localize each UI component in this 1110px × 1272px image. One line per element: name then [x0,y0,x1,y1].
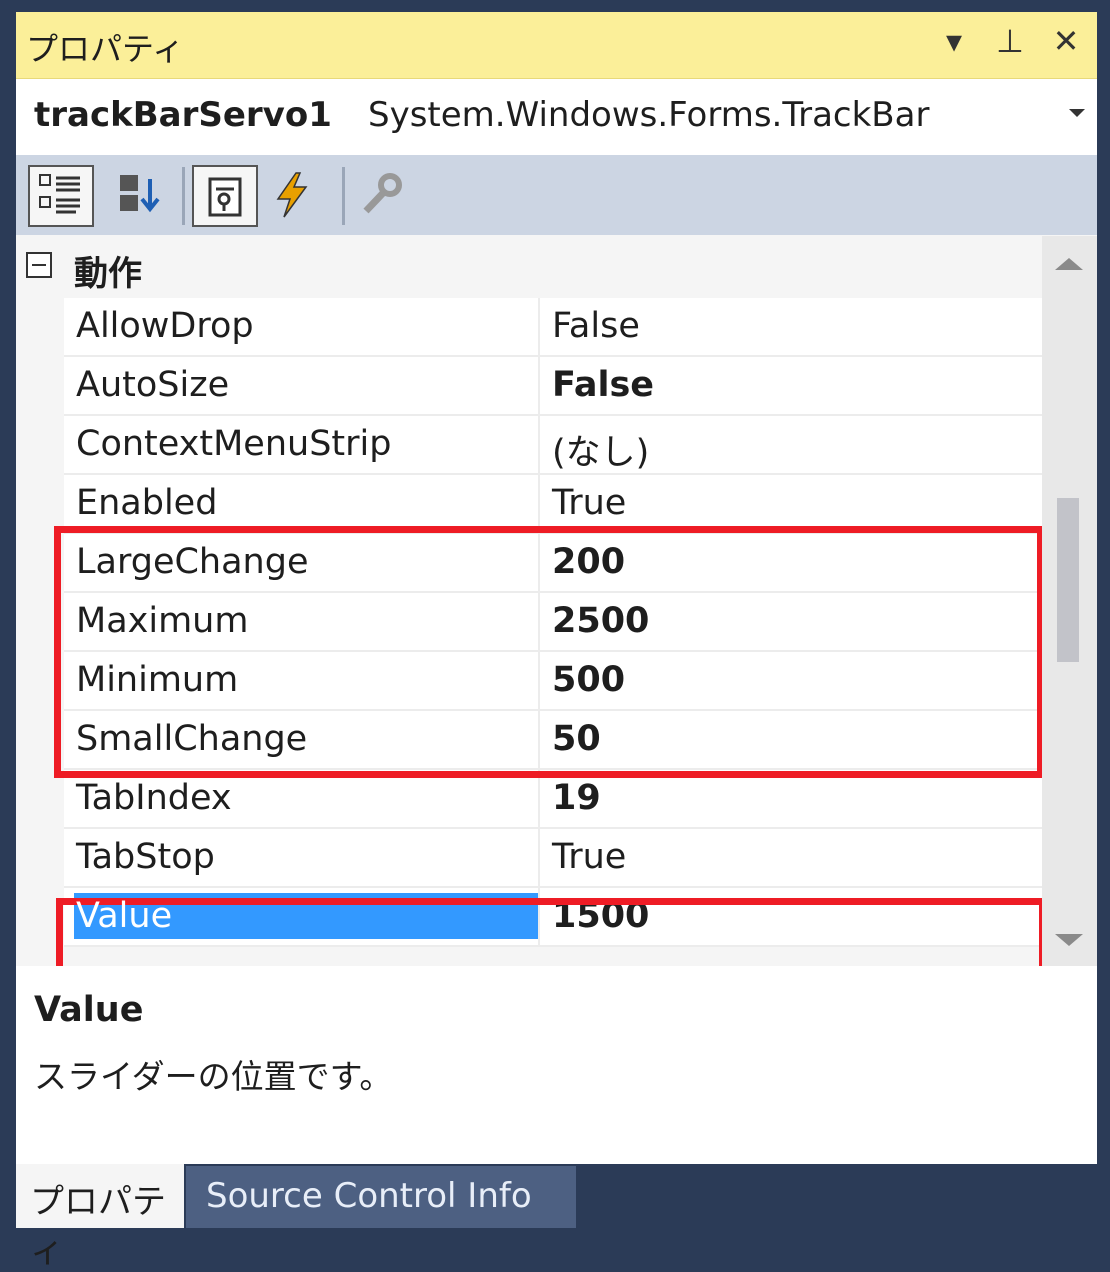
column-divider [538,711,540,770]
tab-properties[interactable]: プロパティ [16,1164,184,1271]
property-row-tabstop[interactable]: TabStop True [64,829,1042,888]
property-name: SmallChange [76,719,308,759]
column-divider [538,593,540,652]
category-row: 動作 [16,236,1042,298]
column-divider [538,298,540,357]
property-value[interactable]: 500 [552,660,625,700]
property-pages-icon[interactable] [352,165,418,227]
property-row-largechange[interactable]: LargeChange 200 [64,534,1042,593]
property-row-allowdrop[interactable]: AllowDrop False [64,298,1042,357]
tab-source-control-info[interactable]: Source Control Info [186,1166,576,1228]
window-titlebar: プロパティ ▾ ⊥ ✕ [16,12,1097,79]
categorized-icon[interactable] [28,165,94,227]
property-name: ContextMenuStrip [76,424,392,464]
property-toolbar [16,155,1097,235]
property-row-enabled[interactable]: Enabled True [64,475,1042,534]
column-divider [538,416,540,475]
collapse-icon[interactable] [26,252,52,278]
properties-icon[interactable] [192,165,258,227]
property-value[interactable]: (なし) [552,424,649,475]
column-divider [538,829,540,888]
toolbar-separator [182,167,185,225]
window-title: プロパティ [26,30,185,68]
alphabetical-icon[interactable] [106,165,172,227]
property-row-tabindex[interactable]: TabIndex 19 [64,770,1042,829]
object-type: System.Windows.Forms.TrackBar [368,95,930,135]
column-divider [538,357,540,416]
scroll-up-icon[interactable] [1055,258,1083,270]
property-name: LargeChange [76,542,309,582]
dropdown-arrow-icon[interactable] [1069,109,1085,117]
column-divider [538,475,540,534]
property-value[interactable]: 200 [552,542,625,582]
property-name: Maximum [76,601,249,641]
object-name: trackBarServo1 [34,95,332,135]
property-value[interactable]: 50 [552,719,601,759]
scroll-down-icon[interactable] [1055,934,1083,946]
property-name: Enabled [76,483,218,523]
property-grid: 動作 AllowDrop False AutoSize False Contex… [16,236,1097,966]
property-row-maximum[interactable]: Maximum 2500 [64,593,1042,652]
category-label: 動作 [74,254,142,294]
property-value[interactable]: True [552,483,626,523]
property-row-minimum[interactable]: Minimum 500 [64,652,1042,711]
description-text: スライダーの位置です。 [34,1057,393,1096]
property-row-value[interactable]: Value 1500 [64,888,1042,947]
property-name: AutoSize [76,365,230,405]
property-value[interactable]: True [552,837,626,877]
scroll-thumb[interactable] [1057,498,1079,662]
property-value[interactable]: 2500 [552,601,649,641]
property-value[interactable]: 1500 [552,896,649,936]
property-name: Minimum [76,660,239,700]
column-divider [538,770,540,829]
property-name: Value [76,896,173,936]
column-divider [538,652,540,711]
properties-window: プロパティ ▾ ⊥ ✕ trackBarServo1 System.Window… [16,12,1097,1164]
property-row-contextmenustrip[interactable]: ContextMenuStrip (なし) [64,416,1042,475]
property-row-smallchange[interactable]: SmallChange 50 [64,711,1042,770]
property-row-autosize[interactable]: AutoSize False [64,357,1042,416]
chevron-down-icon[interactable]: ▾ [937,22,971,60]
titlebar-controls: ▾ ⊥ ✕ [937,22,1083,60]
toolbar-separator [342,167,345,225]
property-name: TabIndex [76,778,232,818]
property-name: AllowDrop [76,306,254,346]
column-divider [538,888,540,947]
object-selector[interactable]: trackBarServo1 System.Windows.Forms.Trac… [16,79,1097,155]
property-name: TabStop [76,837,215,877]
description-title: Value [34,990,144,1030]
property-value[interactable]: False [552,365,654,405]
property-value[interactable]: False [552,306,640,346]
property-value[interactable]: 19 [552,778,601,818]
description-pane: Value スライダーの位置です。 [16,966,1097,1164]
close-icon[interactable]: ✕ [1049,22,1083,60]
events-icon[interactable] [260,165,326,227]
vertical-scrollbar[interactable] [1042,236,1097,966]
column-divider [538,534,540,593]
pin-icon[interactable]: ⊥ [993,22,1027,60]
